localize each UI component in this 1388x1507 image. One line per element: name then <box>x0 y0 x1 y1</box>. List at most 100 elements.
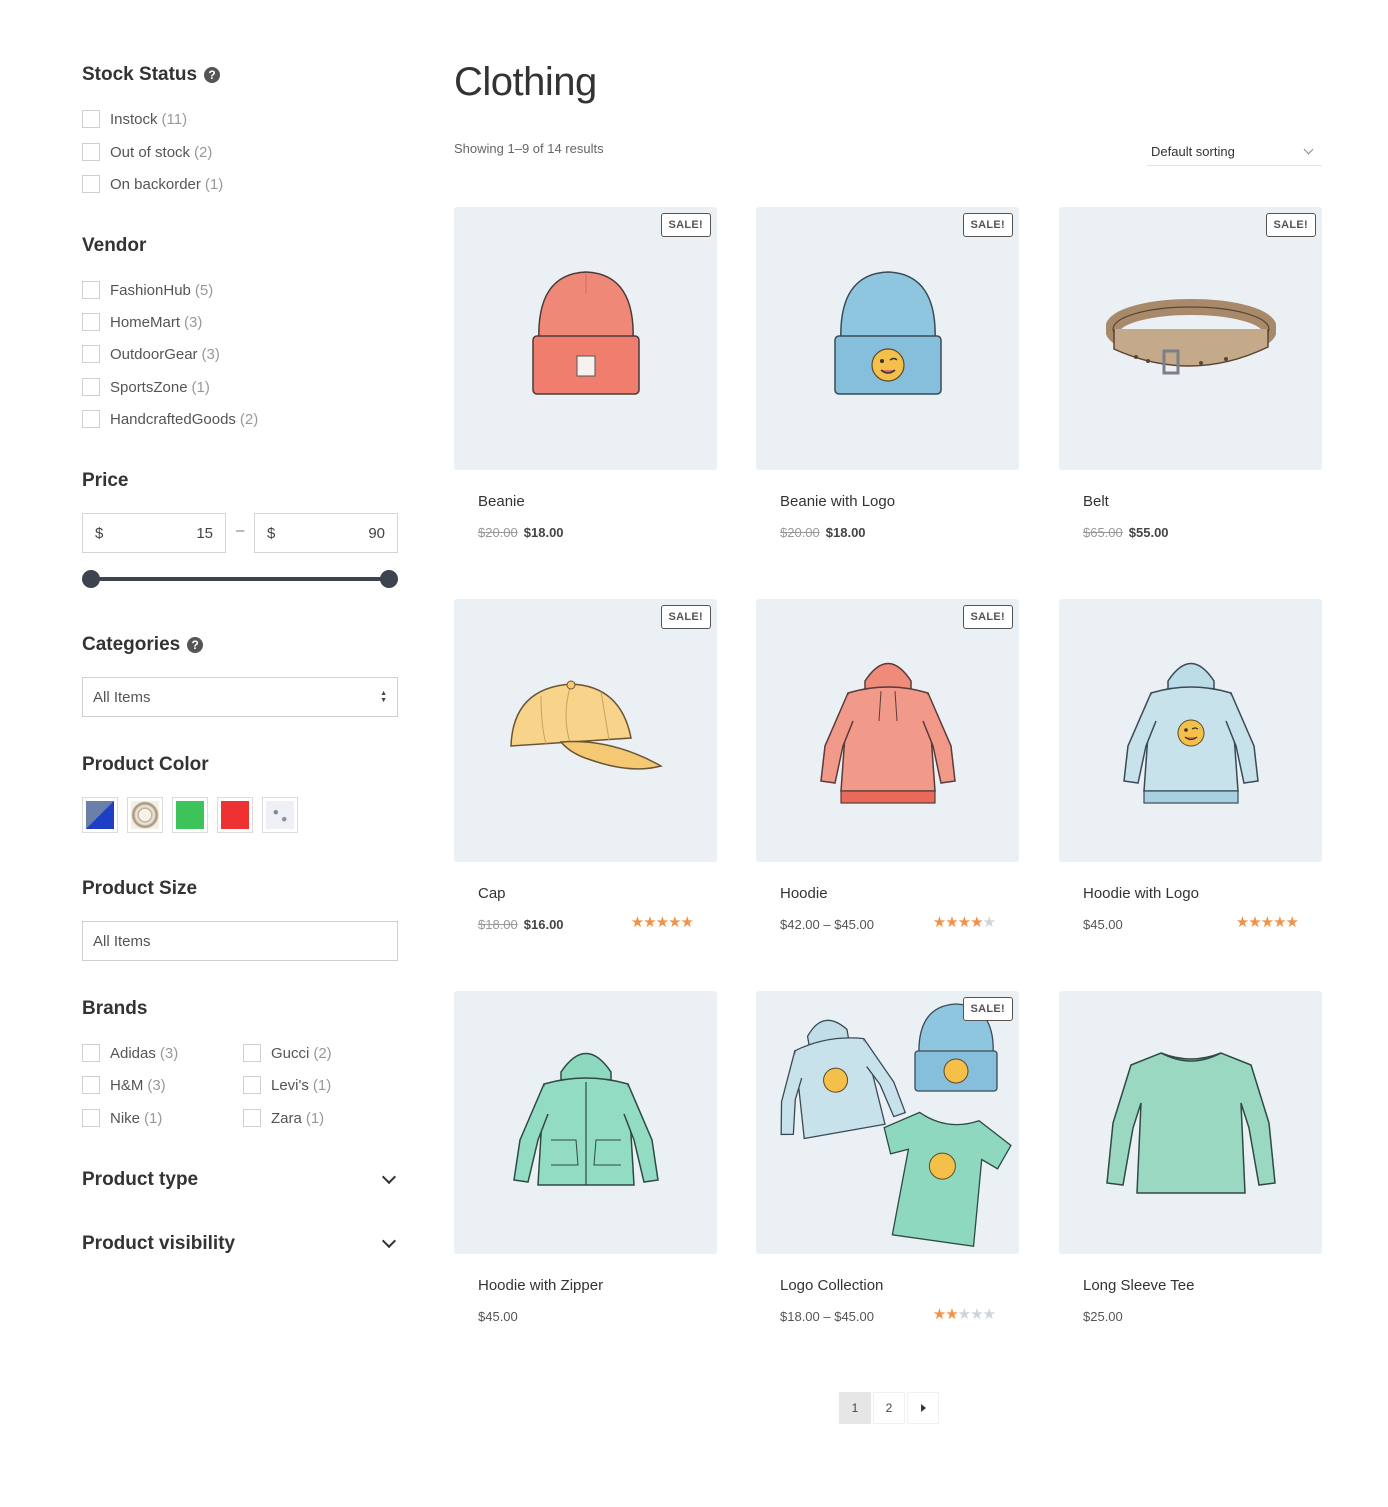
filter-count: (2) <box>313 1044 332 1062</box>
page-2-button[interactable]: 2 <box>873 1392 905 1424</box>
stock-filter-out-of-stock[interactable]: Out of stock (2) <box>82 143 212 161</box>
product-price: $18.00 $16.00 <box>478 917 564 932</box>
pagination: 1 2 <box>839 1392 941 1424</box>
color-swatch-floral[interactable] <box>127 797 163 833</box>
old-price: $20.00 <box>478 525 518 540</box>
vendor-filter-fashionhub[interactable]: FashionHub (5) <box>82 281 213 299</box>
brand-filter-levis[interactable]: Levi's (1) <box>243 1076 331 1094</box>
product-image[interactable]: SALE! <box>756 207 1019 470</box>
vendor-filter-homemart[interactable]: HomeMart (3) <box>82 313 202 331</box>
product-name[interactable]: Belt <box>1083 493 1109 510</box>
beanie-blue-logo-image <box>833 270 942 395</box>
checkbox[interactable] <box>82 110 100 128</box>
product-name[interactable]: Logo Collection <box>780 1277 883 1294</box>
page-title: Clothing <box>454 60 597 104</box>
filter-label: H&M <box>110 1076 144 1094</box>
checkbox[interactable] <box>82 313 100 331</box>
product-visibility-toggle[interactable]: Product visibility <box>82 1233 398 1255</box>
product-type-toggle[interactable]: Product type <box>82 1169 398 1191</box>
checkbox[interactable] <box>82 378 100 396</box>
color-swatch-green[interactable] <box>172 797 208 833</box>
product-name[interactable]: Beanie <box>478 493 525 510</box>
categories-select[interactable]: All Items ▲ ▼ <box>82 677 398 717</box>
product-name[interactable]: Hoodie with Zipper <box>478 1277 603 1294</box>
price-slider-min-handle[interactable] <box>82 570 100 588</box>
min-price-input[interactable]: $ 15 <box>82 513 226 553</box>
swatch-fill <box>131 801 159 829</box>
belt-image <box>1105 298 1276 374</box>
max-price-input[interactable]: $ 90 <box>254 513 398 553</box>
checkbox[interactable] <box>243 1076 261 1094</box>
sale-badge: SALE! <box>962 997 1013 1021</box>
star-filled-icon: ★ <box>643 914 656 931</box>
vendor-filter-sportszone[interactable]: SportsZone (1) <box>82 378 210 396</box>
brand-filter-adidas[interactable]: Adidas (3) <box>82 1044 178 1062</box>
brand-filter-nike[interactable]: Nike (1) <box>82 1109 162 1127</box>
sorting-select[interactable]: Default sorting <box>1147 137 1322 166</box>
star-filled-icon: ★ <box>932 1306 946 1323</box>
checkbox[interactable] <box>82 410 100 428</box>
price-slider-track[interactable] <box>90 577 390 581</box>
price-slider-max-handle[interactable] <box>380 570 398 588</box>
vendor-filter-handcraftedgoods[interactable]: HandcraftedGoods (2) <box>82 410 258 428</box>
next-page-button[interactable] <box>907 1392 939 1424</box>
page-1-button[interactable]: 1 <box>839 1392 871 1424</box>
stock-filter-on-backorder[interactable]: On backorder (1) <box>82 175 223 193</box>
brand-filter-gucci[interactable]: Gucci (2) <box>243 1044 332 1062</box>
product-name[interactable]: Hoodie with Logo <box>1083 885 1199 902</box>
star-filled-icon: ★ <box>655 914 669 931</box>
color-swatch-blue[interactable] <box>82 797 118 833</box>
price-separator: – <box>236 522 245 539</box>
checkbox[interactable] <box>82 281 100 299</box>
swatch-fill <box>176 801 204 829</box>
product-name[interactable]: Hoodie <box>780 885 828 902</box>
filter-label: Instock <box>110 110 158 128</box>
hoodie-red-image <box>819 662 956 804</box>
sale-price: $55.00 <box>1128 525 1169 540</box>
price-range: $18.00 – $45.00 <box>780 1309 874 1324</box>
brand-filter-zara[interactable]: Zara (1) <box>243 1109 324 1127</box>
star-rating: ★★★★★ <box>932 1305 996 1323</box>
product-image[interactable] <box>1059 991 1322 1254</box>
hoodie-zipper-image <box>512 1052 659 1186</box>
help-icon[interactable]: ? <box>187 637 204 653</box>
currency-symbol: $ <box>95 524 104 542</box>
checkbox[interactable] <box>82 1109 100 1127</box>
product-image[interactable]: SALE! <box>756 599 1019 862</box>
product-type-title: Product type <box>82 1169 199 1190</box>
stock-filter-instock[interactable]: Instock (11) <box>82 110 187 128</box>
product-name[interactable]: Beanie with Logo <box>780 493 895 510</box>
filter-count: (3) <box>147 1076 166 1094</box>
product-image[interactable]: SALE! <box>454 599 717 862</box>
product-name[interactable]: Long Sleeve Tee <box>1083 1277 1194 1294</box>
product-image[interactable]: SALE! <box>756 991 1019 1254</box>
product-image[interactable] <box>454 991 717 1254</box>
logo-collection-image <box>780 1003 1012 1247</box>
filter-label: HandcraftedGoods <box>110 410 236 428</box>
product-size-select[interactable]: All Items <box>82 921 398 961</box>
hoodie-blue-logo-image <box>1122 662 1259 804</box>
color-swatch-grey-pattern[interactable] <box>262 797 298 833</box>
filter-count: (1) <box>312 1076 332 1094</box>
brand-filter-hm[interactable]: H&M (3) <box>82 1076 166 1094</box>
checkbox[interactable] <box>82 345 100 363</box>
product-size-title: Product Size <box>82 878 198 899</box>
checkbox[interactable] <box>82 143 100 161</box>
checkbox[interactable] <box>243 1044 261 1062</box>
filter-label: Adidas <box>110 1044 156 1062</box>
product-name[interactable]: Cap <box>478 885 506 902</box>
filter-count: (3) <box>201 345 220 363</box>
checkbox[interactable] <box>82 175 100 193</box>
categories-title: Categories ? <box>82 634 204 656</box>
categories-title-text: Categories <box>82 634 181 655</box>
checkbox[interactable] <box>82 1044 100 1062</box>
product-image[interactable]: SALE! <box>1059 207 1322 470</box>
product-image[interactable]: SALE! <box>454 207 717 470</box>
filter-count: (3) <box>184 313 203 331</box>
checkbox[interactable] <box>243 1109 261 1127</box>
product-image[interactable] <box>1059 599 1322 862</box>
help-icon[interactable]: ? <box>204 67 221 83</box>
vendor-filter-outdoorgear[interactable]: OutdoorGear (3) <box>82 345 220 363</box>
checkbox[interactable] <box>82 1076 100 1094</box>
color-swatch-red[interactable] <box>217 797 253 833</box>
